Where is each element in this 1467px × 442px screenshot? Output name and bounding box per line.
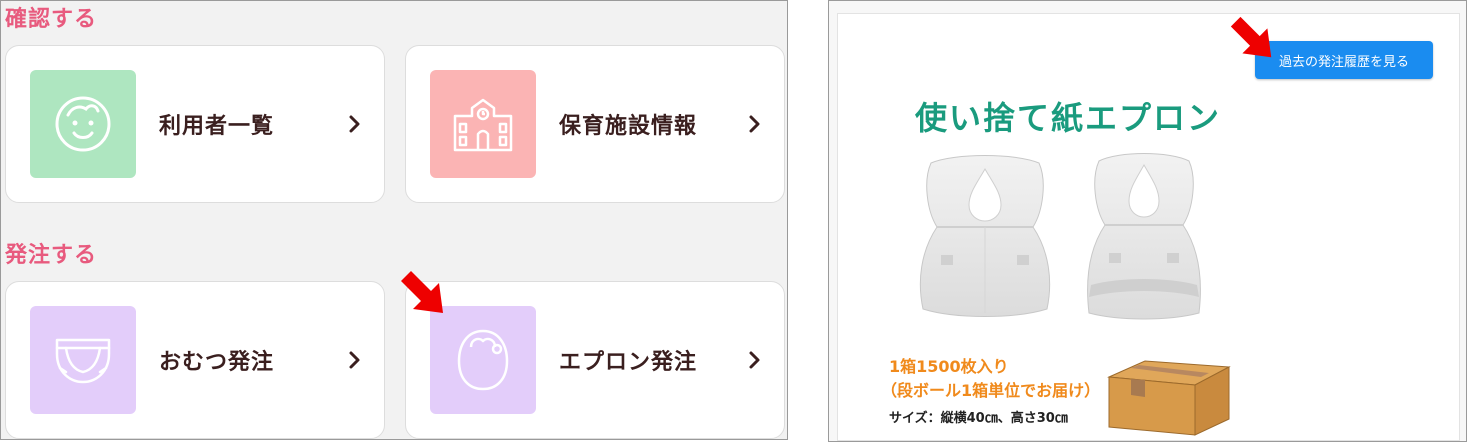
chevron-right-icon (749, 115, 760, 133)
confirm-section-title: 確認する (5, 7, 98, 32)
paper-bib-front-image (919, 155, 1051, 317)
chevron-right-icon (349, 351, 360, 369)
size-info: サイズ：縦横40㎝、高さ30㎝ (889, 411, 1068, 426)
facility-info-label: 保育施設情報 (559, 114, 698, 139)
diaper-order-label: おむつ発注 (159, 350, 275, 375)
users-list-label: 利用者一覧 (159, 114, 275, 139)
paper-bib-pocket-image (1087, 153, 1201, 320)
chevron-right-icon (349, 115, 360, 133)
facility-info-card[interactable]: 保育施設情報 (405, 45, 785, 203)
users-tile (30, 70, 136, 178)
child-face-icon (55, 96, 111, 152)
product-title: 使い捨て紙エプロン (915, 99, 1222, 137)
diaper-icon (55, 338, 111, 384)
order-history-button[interactable]: 過去の発注履歴を見る (1255, 41, 1433, 79)
bib-icon (457, 329, 509, 391)
delivery-unit-info: （段ボール1箱単位でお届け） (881, 381, 1101, 400)
apron-order-card[interactable]: エプロン発注 (405, 281, 785, 439)
users-list-card[interactable]: 利用者一覧 (5, 45, 385, 203)
apron-order-label: エプロン発注 (559, 350, 698, 375)
highlight-arrow-icon (1230, 16, 1272, 58)
diaper-order-card[interactable]: おむつ発注 (5, 281, 385, 439)
quantity-info: 1箱1500枚入り (889, 357, 1009, 376)
apron-tile (430, 306, 536, 414)
highlight-arrow-icon (401, 271, 443, 313)
cardboard-box-image (1107, 360, 1231, 436)
school-building-icon (453, 98, 513, 152)
chevron-right-icon (749, 351, 760, 369)
apron-order-page: 過去の発注履歴を見る 使い捨て紙エプロン 1箱1500枚入り （段ボール1箱単位… (828, 0, 1467, 442)
facility-tile (430, 70, 536, 178)
menu-panel: 確認する 利用者一覧 保育施設情報 発注する おむつ発注 エプロン発注 (0, 0, 788, 440)
order-section-title: 発注する (5, 243, 98, 268)
diaper-tile (30, 306, 136, 414)
